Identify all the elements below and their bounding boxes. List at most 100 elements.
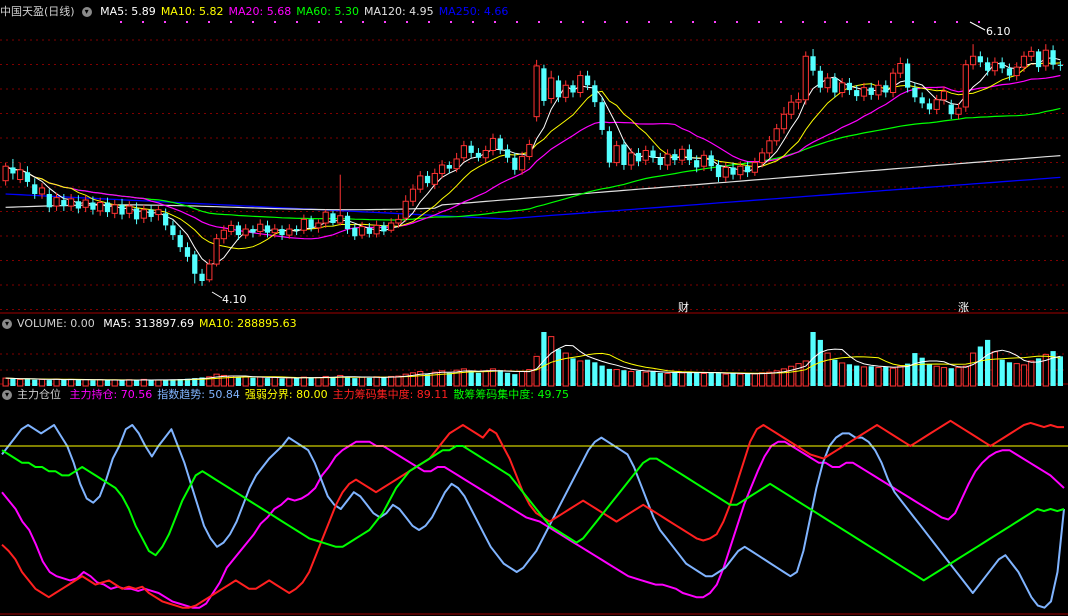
event-dot <box>912 21 914 23</box>
volume-bar-up <box>940 367 948 387</box>
volume-bar-up <box>759 372 766 387</box>
candle-body-up <box>737 165 744 176</box>
volume-bar-up <box>242 376 249 387</box>
volume-bar-up <box>213 373 220 387</box>
event-dot <box>296 21 298 23</box>
volume-bar-up <box>271 376 278 387</box>
volume-bar-up <box>751 373 758 387</box>
volume-bar-up <box>664 372 671 387</box>
price-legend-item: MA60: 5.30 <box>296 5 359 18</box>
volume-bar-up <box>955 367 962 387</box>
candle-body-down <box>163 213 169 226</box>
candle-body-down <box>279 229 285 236</box>
volume-legend: ▾ VOLUME: 0.00 MA5: 313897.69 MA10: 288895… <box>0 316 307 332</box>
volume-bar-up <box>722 373 729 387</box>
volume-bar-up <box>613 369 620 387</box>
candle-body-down <box>657 157 663 165</box>
limit-up-tag[interactable]: 涨 <box>958 301 969 314</box>
volume-legend-item: MA10: 288895.63 <box>198 317 297 330</box>
candle-body-up <box>802 55 809 101</box>
indicator-legend-item: 散筹筹码集中度: 49.75 <box>453 388 570 401</box>
candle-body-down <box>541 68 547 101</box>
candle-body-down <box>177 235 183 248</box>
volume-bar-down <box>235 377 242 386</box>
volume-bar-down <box>10 378 16 386</box>
candle-body-down <box>133 208 140 220</box>
volume-bar-down <box>308 377 314 386</box>
candle-body-down <box>24 172 31 182</box>
event-dot <box>516 21 518 23</box>
indicator-series-line <box>1 419 1064 609</box>
volume-bar-down <box>948 368 954 386</box>
volume-bar-up <box>875 367 882 387</box>
volume-bar-down <box>133 380 140 386</box>
finance-tag[interactable]: 财 <box>678 300 689 314</box>
candle-body-up <box>489 137 497 152</box>
candle-body-up <box>228 224 235 232</box>
candle-body-down <box>308 219 314 228</box>
candle-body-down <box>599 102 605 130</box>
candle-body-down <box>366 227 372 234</box>
candle-body-down <box>446 165 452 169</box>
volume-bar-down <box>148 380 154 386</box>
event-dot <box>164 21 166 23</box>
candle-body-up <box>242 228 249 236</box>
candle-body-up <box>67 198 75 207</box>
event-dot <box>230 21 232 23</box>
dropdown-icon[interactable]: ▾ <box>2 319 12 329</box>
volume-bar-down <box>46 380 52 386</box>
candle-body-down <box>468 145 474 153</box>
volume-bar-down <box>352 378 358 386</box>
candle-body-up <box>111 204 118 214</box>
candle-body-down <box>250 229 256 233</box>
candle-body-down <box>424 175 431 184</box>
volume-bar-up <box>111 379 118 387</box>
candle-body-down <box>868 87 874 95</box>
candle-body-down <box>832 78 838 93</box>
price-legend-item: MA5: 5.89 <box>100 5 156 18</box>
volume-bar-up <box>766 371 773 387</box>
dropdown-icon[interactable]: ▾ <box>81 7 92 17</box>
candle-body-up <box>773 128 780 142</box>
chart-canvas[interactable]: 6.10 4.10 财 涨 <box>0 0 1068 616</box>
volume-bar-down <box>744 373 751 386</box>
volume-bar-down <box>75 380 81 386</box>
candle-body-down <box>555 80 562 98</box>
volume-bar-down <box>1006 362 1013 386</box>
candle-body-up <box>613 145 620 164</box>
volume-bar-down <box>497 370 503 386</box>
event-dot <box>978 21 980 23</box>
candle-body-down <box>148 209 154 217</box>
candle-body-down <box>584 75 591 86</box>
volume-bar-down <box>606 368 612 386</box>
volume-bar-down <box>715 372 722 386</box>
volume-bar-up <box>628 371 635 387</box>
event-dot <box>890 21 892 23</box>
candle-body-down <box>192 254 198 274</box>
candle-body-down <box>912 87 918 98</box>
volume-bar-down <box>657 372 663 386</box>
event-dot <box>758 21 760 23</box>
event-dot <box>142 21 144 23</box>
event-dot <box>648 21 650 23</box>
candle-body-down <box>686 149 693 161</box>
candle-body-down <box>1035 51 1042 68</box>
volume-bar-up <box>889 367 897 387</box>
candle-body-down <box>497 138 503 150</box>
event-dot <box>384 21 386 23</box>
volume-bar-down <box>90 380 96 386</box>
price-legend-item: MA20: 5.68 <box>228 5 292 18</box>
volume-bar-down <box>694 372 700 386</box>
volume-bar-down <box>686 371 693 386</box>
volume-bar-up <box>300 376 307 387</box>
candle-body-up <box>751 162 758 173</box>
candle-body-down <box>977 56 983 63</box>
dropdown-icon[interactable]: ▾ <box>2 390 12 400</box>
volume-bar-up <box>17 378 24 387</box>
volume-bar-down <box>555 349 562 386</box>
event-dot <box>714 21 716 23</box>
volume-bar-up <box>518 371 526 387</box>
candle-body-down <box>32 184 38 194</box>
indicator-title: 主力仓位 <box>17 388 61 401</box>
high-marker-label: 6.10 <box>986 25 1011 38</box>
